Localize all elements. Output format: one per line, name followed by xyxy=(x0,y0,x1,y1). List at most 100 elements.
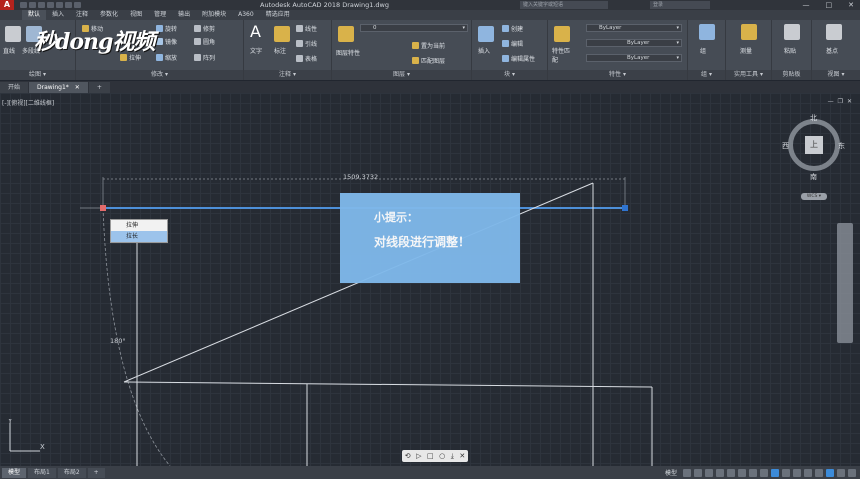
paste-button[interactable]: 粘贴 xyxy=(784,46,796,55)
mirror-button[interactable]: 镜像 xyxy=(156,37,177,46)
match-properties-button[interactable]: 特性匹配 xyxy=(552,46,574,64)
polar-icon[interactable] xyxy=(716,468,724,477)
redo-icon[interactable] xyxy=(74,2,81,8)
lineweight-icon[interactable] xyxy=(760,468,768,477)
ortho-icon[interactable] xyxy=(705,468,713,477)
block-panel-title[interactable]: 块 ▾ xyxy=(472,70,547,80)
isolate-icon[interactable] xyxy=(815,468,823,477)
match-properties-icon[interactable] xyxy=(554,26,570,42)
plus-icon[interactable] xyxy=(804,468,812,477)
context-menu-item[interactable]: 拉伸 xyxy=(111,220,167,231)
close-button[interactable]: ✕ xyxy=(848,0,854,10)
leader-button[interactable]: 引线 xyxy=(296,39,317,48)
maximize-button[interactable]: □ xyxy=(826,0,833,10)
edit-block-button[interactable]: 编辑 xyxy=(502,39,523,48)
drawing-canvas[interactable]: [-][俯视][二维线框] — ❐ ✕ 1509.3732 180° 拉伸 拉长 … xyxy=(0,93,860,466)
make-current-button[interactable]: 置为当前 xyxy=(412,41,445,50)
color-dropdown[interactable]: ByLayer xyxy=(586,24,682,32)
array-button[interactable]: 阵列 xyxy=(194,53,215,62)
layer-properties-icon[interactable] xyxy=(338,26,354,42)
annotation-scale-icon[interactable] xyxy=(771,468,779,477)
file-tab[interactable]: 开始 xyxy=(0,82,29,93)
player-control-icon[interactable]: □ xyxy=(427,452,434,460)
clipboard-panel-title[interactable]: 剪贴板 xyxy=(772,70,811,80)
new-file-icon[interactable] xyxy=(20,2,27,8)
plot-icon[interactable] xyxy=(56,2,63,8)
edit-attributes-button[interactable]: 编辑属性 xyxy=(502,54,535,63)
customize-menu-icon[interactable] xyxy=(848,468,856,477)
fillet-button[interactable]: 圆角 xyxy=(194,37,215,46)
viewcube-south[interactable]: 南 xyxy=(810,172,817,182)
open-file-icon[interactable] xyxy=(29,2,36,8)
ribbon-tab[interactable]: 管理 xyxy=(148,10,172,20)
hardware-acceleration-icon[interactable] xyxy=(826,468,834,477)
utilities-panel-title[interactable]: 实用工具 ▾ xyxy=(726,70,771,80)
linear-button[interactable]: 线性 xyxy=(296,24,317,33)
layout-tab[interactable]: 布局2 xyxy=(57,467,86,478)
grid-icon[interactable] xyxy=(683,468,691,477)
ribbon-tab[interactable]: 视图 xyxy=(124,10,148,20)
search-input[interactable]: 键入关键字或短语 xyxy=(520,1,608,9)
text-button[interactable]: 文字 xyxy=(250,46,262,55)
file-tab-close-icon[interactable]: ✕ xyxy=(75,82,80,93)
trim-button[interactable]: 修剪 xyxy=(194,24,215,33)
context-menu-item[interactable]: 拉长 xyxy=(111,231,167,242)
layout-tab[interactable]: 模型 xyxy=(2,467,27,478)
wcs-menu[interactable]: WCS ▾ xyxy=(801,193,827,200)
player-control-icon[interactable]: ⤓ xyxy=(451,452,454,461)
base-point-button[interactable]: 基点 xyxy=(826,46,838,55)
lineweight-dropdown[interactable]: ByLayer xyxy=(586,54,682,62)
insert-block-icon[interactable] xyxy=(478,26,494,42)
layers-panel-title[interactable]: 图层 ▾ xyxy=(332,70,471,80)
properties-panel-title[interactable]: 特性 ▾ xyxy=(548,70,687,80)
groups-panel-title[interactable]: 组 ▾ xyxy=(688,70,725,80)
ribbon-tab[interactable]: A360 xyxy=(232,10,260,20)
isodraft-icon[interactable] xyxy=(727,468,735,477)
undo-icon[interactable] xyxy=(65,2,72,8)
fullscreen-icon[interactable] xyxy=(837,468,845,477)
player-control-icon[interactable]: ✕ xyxy=(459,452,465,460)
object-snap-icon[interactable] xyxy=(749,468,757,477)
create-block-button[interactable]: 创建 xyxy=(502,24,523,33)
base-point-icon[interactable] xyxy=(826,24,842,40)
viewcube-west[interactable]: 西 xyxy=(782,141,789,151)
group-button[interactable]: 组 xyxy=(700,46,706,55)
player-control-icon[interactable]: ⟲ xyxy=(405,452,411,460)
viewcube-north[interactable]: 北 xyxy=(810,113,817,123)
line-button[interactable]: 直线 xyxy=(3,46,15,55)
viewcube[interactable]: 上 北 南 西 东 WCS ▾ xyxy=(782,113,845,213)
object-snap-tracking-icon[interactable] xyxy=(738,468,746,477)
annotation-panel-title[interactable]: 注释 ▾ xyxy=(244,70,331,80)
save-as-icon[interactable] xyxy=(47,2,54,8)
group-icon[interactable] xyxy=(699,24,715,40)
text-icon[interactable]: A xyxy=(250,24,266,40)
rotate-button[interactable]: 旋转 xyxy=(156,24,177,33)
ribbon-tab[interactable]: 输出 xyxy=(172,10,196,20)
layout-tab[interactable]: 布局1 xyxy=(28,467,56,478)
minimize-button[interactable]: — xyxy=(803,0,810,10)
modify-panel-title[interactable]: 修改 ▾ xyxy=(76,70,243,80)
table-button[interactable]: 表格 xyxy=(296,54,317,63)
ribbon-tab[interactable]: 插入 xyxy=(46,10,70,20)
player-control-icon[interactable]: ▷ xyxy=(416,452,421,460)
viewcube-top-face[interactable]: 上 xyxy=(805,136,823,154)
application-menu-button[interactable]: A xyxy=(0,0,14,10)
ribbon-tab[interactable]: 参数化 xyxy=(94,10,124,20)
measure-icon[interactable] xyxy=(741,24,757,40)
save-icon[interactable] xyxy=(38,2,45,8)
layer-dropdown[interactable]: 0 xyxy=(360,24,468,32)
login-button[interactable]: 登录 xyxy=(650,1,710,9)
view-panel-title[interactable]: 视图 ▾ xyxy=(812,70,860,80)
line-icon[interactable] xyxy=(5,26,21,42)
measure-button[interactable]: 测量 xyxy=(740,46,752,55)
snap-icon[interactable] xyxy=(694,468,702,477)
scale-button[interactable]: 缩放 xyxy=(156,53,177,62)
viewcube-east[interactable]: 东 xyxy=(838,141,845,151)
dimension-button[interactable]: 标注 xyxy=(274,46,286,55)
gear-icon[interactable] xyxy=(793,468,801,477)
ribbon-tab[interactable]: 精选应用 xyxy=(260,10,296,20)
navigation-bar[interactable] xyxy=(837,223,853,343)
linetype-dropdown[interactable]: ByLayer xyxy=(586,39,682,47)
layer-properties-button[interactable]: 图层特性 xyxy=(336,48,360,57)
model-space-toggle[interactable]: 模型 xyxy=(662,468,680,477)
